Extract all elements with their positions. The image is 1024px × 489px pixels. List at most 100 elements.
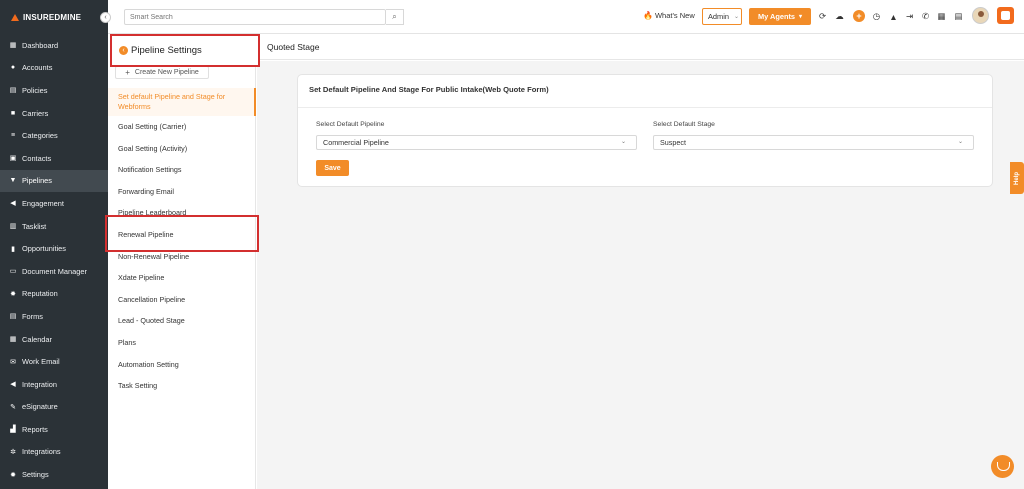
- settings-item-notification-settings[interactable]: Notification Settings: [118, 165, 182, 174]
- sidebar-item-settings[interactable]: ✹ Settings: [0, 463, 108, 486]
- sync-icon[interactable]: ⟳: [817, 11, 828, 22]
- logout-icon[interactable]: ⇥: [904, 11, 915, 22]
- reputation-icon: ✸: [10, 290, 16, 298]
- settings-item-goal-setting-carrier-[interactable]: Goal Setting (Carrier): [118, 122, 186, 131]
- grid-icon[interactable]: ▦: [936, 11, 947, 22]
- sidebar-item-pipelines[interactable]: ▼ Pipelines: [0, 169, 108, 193]
- sidebar-item-categories[interactable]: ≡ Categories: [0, 124, 108, 147]
- chat-icon[interactable]: [991, 455, 1014, 478]
- settings-item-pipeline-leaderboard[interactable]: Pipeline Leaderboard: [118, 208, 186, 217]
- create-new-pipeline-button[interactable]: + Create New Pipeline: [115, 66, 209, 79]
- funnel-icon: ▼: [9, 177, 17, 185]
- sidebar-item-reputation[interactable]: ✸ Reputation: [0, 283, 108, 306]
- sidebar-item-calendar[interactable]: ▦ Calendar: [0, 328, 108, 351]
- signature-icon: ✎: [10, 403, 16, 411]
- sidebar-item-integration[interactable]: ◀ Integration: [0, 373, 108, 396]
- pipeline-settings-title: ‹ Pipeline Settings: [110, 34, 260, 67]
- sidebar-item-integrations[interactable]: ✲ Integrations: [0, 441, 108, 464]
- phone-icon[interactable]: ✆: [920, 11, 931, 22]
- my-agents-button[interactable]: My Agents ▾: [749, 8, 811, 25]
- logo-icon: [10, 12, 20, 22]
- bell-icon[interactable]: ▲: [888, 11, 899, 22]
- panel-title-text: Pipeline Settings: [131, 45, 202, 56]
- help-tab[interactable]: Help: [1010, 162, 1024, 194]
- sidebar-item-contacts[interactable]: ▣ Contacts: [0, 147, 108, 170]
- chevron-down-icon: ⌄: [957, 139, 963, 145]
- settings-item-plans[interactable]: Plans: [118, 338, 136, 347]
- settings-item-cancellation-pipeline[interactable]: Cancellation Pipeline: [118, 295, 185, 304]
- plus-icon[interactable]: +: [853, 10, 865, 22]
- clock-icon[interactable]: ◷: [871, 11, 882, 22]
- sidebar-item-policies[interactable]: ▤ Policies: [0, 79, 108, 102]
- settings-item-automation-setting[interactable]: Automation Setting: [118, 360, 179, 369]
- settings-item-renewal-pipeline[interactable]: Renewal Pipeline: [118, 230, 174, 239]
- flame-icon: 🔥: [643, 11, 653, 20]
- role-select-value: Admin: [708, 12, 729, 21]
- stage-select-value: Suspect: [660, 138, 686, 147]
- sidebar-item-label: Reputation: [22, 289, 58, 299]
- sidebar-item-carriers[interactable]: ■ Carriers: [0, 102, 108, 125]
- settings-item-default-webforms[interactable]: Set default Pipeline and Stage for Webfo…: [108, 88, 256, 116]
- save-button[interactable]: Save: [316, 160, 349, 176]
- sidebar-item-dashboard[interactable]: ▦ Dashboard: [0, 34, 108, 57]
- carriers-icon: ■: [10, 109, 16, 117]
- sidebar-item-label: Work Email: [22, 357, 60, 367]
- megaphone-icon: ◀: [10, 200, 16, 208]
- search-input[interactable]: [124, 9, 386, 25]
- sidebar-item-label: Document Manager: [22, 266, 87, 276]
- stage-field-label: Select Default Stage: [653, 121, 715, 128]
- role-select[interactable]: Admin ⌄: [702, 8, 742, 25]
- chevron-left-icon[interactable]: ‹: [100, 12, 111, 23]
- my-agents-label: My Agents: [757, 12, 796, 21]
- sidebar-item-opportunities[interactable]: ▮ Opportunities: [0, 237, 108, 260]
- brand-app-icon[interactable]: [997, 7, 1014, 24]
- search-icon[interactable]: ⌕: [386, 9, 404, 25]
- settings-item-label: Webforms: [118, 102, 151, 111]
- settings-item-label: Set default Pipeline and Stage for: [118, 92, 226, 101]
- email-icon: ✉: [10, 358, 16, 366]
- sidebar-item-label: Integration: [22, 379, 57, 389]
- sidebar-item-label: Reports: [22, 424, 48, 434]
- gear-icon: ✹: [10, 471, 16, 479]
- sidebar-item-engagement[interactable]: ◀ Engagement: [0, 192, 108, 215]
- settings-item-lead-quoted-stage[interactable]: Lead - Quoted Stage: [118, 316, 185, 325]
- sidebar-item-label: Calendar: [22, 334, 52, 344]
- cloud-icon[interactable]: ☁: [834, 11, 845, 22]
- sidebar-item-esignature[interactable]: ✎ eSignature: [0, 396, 108, 419]
- sidebar-item-label: Contacts: [22, 153, 52, 163]
- sidebar-item-label: Engagement: [22, 198, 64, 208]
- sidebar-item-label: Integrations: [22, 447, 61, 457]
- main-content: Set Default Pipeline And Stage For Publi…: [257, 61, 1024, 489]
- whats-new-link[interactable]: 🔥 What's New: [643, 11, 695, 20]
- accounts-icon: ●: [10, 64, 16, 72]
- settings-item-non-renewal-pipeline[interactable]: Non-Renewal Pipeline: [118, 252, 189, 261]
- pipeline-field-label: Select Default Pipeline: [316, 121, 385, 128]
- sidebar-item-label: Dashboard: [22, 40, 59, 50]
- sidebar-item-reports[interactable]: ▟ Reports: [0, 418, 108, 441]
- forms-icon: ▤: [9, 313, 17, 321]
- settings-item-xdate-pipeline[interactable]: Xdate Pipeline: [118, 273, 164, 282]
- sidebar-item-tasklist[interactable]: ▥ Tasklist: [0, 215, 108, 238]
- default-pipeline-card: Set Default Pipeline And Stage For Publi…: [297, 74, 993, 187]
- calculator-icon[interactable]: ▤: [953, 11, 964, 22]
- pipeline-select[interactable]: Commercial Pipeline ⌄: [316, 135, 637, 150]
- avatar[interactable]: [972, 7, 989, 24]
- folder-icon: ▭: [9, 268, 17, 276]
- settings-item-goal-setting-activity-[interactable]: Goal Setting (Activity): [118, 144, 187, 153]
- top-bar: ⌕ 🔥 What's New Admin ⌄ My Agents ▾ ⟳ ☁ +…: [108, 0, 1024, 34]
- settings-item-forwarding-email[interactable]: Forwarding Email: [118, 187, 174, 196]
- stage-select[interactable]: Suspect ⌄: [653, 135, 974, 150]
- settings-item-task-setting[interactable]: Task Setting: [118, 381, 157, 390]
- sidebar-item-label: Opportunities: [22, 244, 66, 254]
- sidebar-item-label: Tasklist: [22, 221, 47, 231]
- sidebar-nav: ▦ Dashboard ● Accounts ▤ Policies ■ Carriers ≡ Ca…: [0, 34, 108, 486]
- sidebar-item-document-manager[interactable]: ▭ Document Manager: [0, 260, 108, 283]
- back-arrow-icon[interactable]: ‹: [119, 46, 128, 55]
- sidebar-item-forms[interactable]: ▤ Forms: [0, 305, 108, 328]
- sidebar-item-label: Pipelines: [22, 176, 52, 186]
- sidebar-item-work-email[interactable]: ✉ Work Email: [0, 350, 108, 373]
- app-logo[interactable]: INSUREDMINE: [0, 0, 108, 34]
- tasklist-icon: ▥: [9, 223, 17, 231]
- divider: [298, 107, 992, 108]
- sidebar-item-accounts[interactable]: ● Accounts: [0, 57, 108, 80]
